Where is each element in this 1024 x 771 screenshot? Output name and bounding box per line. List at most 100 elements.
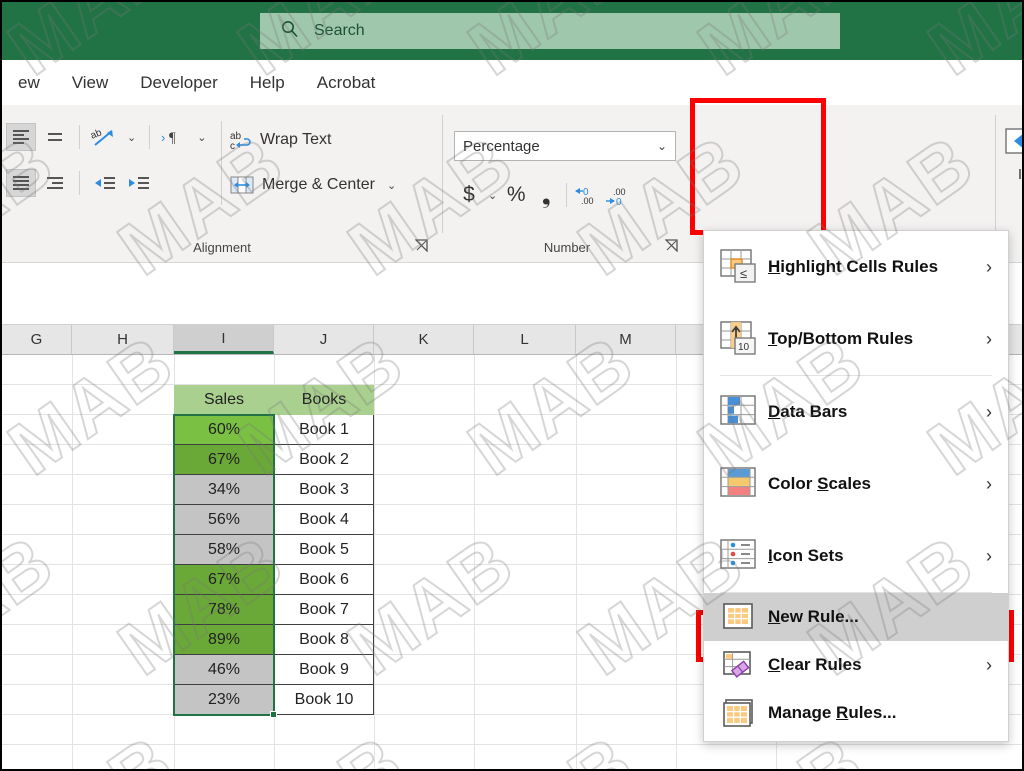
grid-column-line — [72, 355, 73, 769]
comma-style-button[interactable]: ❟ — [531, 181, 561, 209]
chevron-right-icon: › — [986, 473, 992, 494]
number-group-label: Number — [543, 240, 591, 255]
column-header-j[interactable]: J — [274, 325, 374, 354]
svg-text:.00: .00 — [581, 196, 594, 206]
cell-sales-7[interactable]: 78% — [174, 595, 274, 625]
grid-column-line — [676, 355, 677, 769]
tab-help[interactable]: Help — [234, 69, 301, 97]
number-format-chevron-down-icon[interactable]: ⌄ — [657, 139, 667, 153]
accounting-format-button[interactable]: $ — [454, 181, 484, 209]
cell-books-9[interactable]: Book 9 — [274, 655, 374, 685]
new-rule-icon — [718, 602, 760, 632]
menu-item-new-rule[interactable]: New Rule... — [704, 593, 1008, 641]
grid-column-line — [474, 355, 475, 769]
cell-books-7[interactable]: Book 7 — [274, 595, 374, 625]
align-top-button[interactable] — [6, 123, 36, 151]
cell-books-2[interactable]: Book 2 — [274, 445, 374, 475]
ribbon-group-alignment: ab ⌄ › ¶ ⌄ ab c Wrap Text Merge & Center… — [2, 105, 442, 263]
tab-ew[interactable]: ew — [2, 69, 56, 97]
cell-books-10[interactable]: Book 10 — [274, 685, 374, 715]
text-direction-chevron-down-icon[interactable]: ⌄ — [193, 131, 210, 144]
cell-sales-9[interactable]: 46% — [174, 655, 274, 685]
orientation-chevron-down-icon[interactable]: ⌄ — [123, 131, 140, 144]
merge-center-chevron-down-icon[interactable]: ⌄ — [383, 179, 400, 192]
percent-style-button[interactable]: % — [501, 181, 531, 209]
menu-item-clear-rules[interactable]: Clear Rules › — [704, 641, 1008, 689]
wrap-text-button[interactable]: ab c Wrap Text — [230, 129, 331, 151]
cell-sales-5[interactable]: 58% — [174, 535, 274, 565]
menu-item-color-scales[interactable]: Color Scales › — [704, 448, 1008, 520]
cell-sales-6[interactable]: 67% — [174, 565, 274, 595]
tab-developer[interactable]: Developer — [124, 69, 234, 97]
divider — [79, 171, 80, 195]
decrease-indent-button[interactable] — [89, 169, 119, 197]
currency-icon: $ — [463, 183, 475, 206]
ribbon-group-number: Percentage ⌄ $ ⌄ % ❟ 0 .00 .00 0 Number — [442, 105, 692, 263]
column-header-l[interactable]: L — [474, 325, 576, 354]
merge-center-button[interactable]: Merge & Center ⌄ — [230, 175, 400, 195]
cell-books-8[interactable]: Book 8 — [274, 625, 374, 655]
column-header-m[interactable]: M — [576, 325, 676, 354]
alignment-dialog-launcher[interactable] — [414, 239, 428, 255]
cell-books-6[interactable]: Book 6 — [274, 565, 374, 595]
align-middle-button[interactable] — [40, 123, 70, 151]
cell-sales-8[interactable]: 89% — [174, 625, 274, 655]
cell-sales-2[interactable]: 67% — [174, 445, 274, 475]
alignment-group-label: Alignment — [193, 240, 251, 255]
conditional-formatting-menu: ≤ Highlight Cells Rules › 10 Top/Bottom … — [703, 230, 1009, 742]
chevron-right-icon: › — [986, 256, 992, 277]
accounting-chevron-down-icon[interactable]: ⌄ — [484, 189, 501, 202]
cell-sales-4[interactable]: 56% — [174, 505, 274, 535]
fill-handle[interactable] — [270, 711, 277, 718]
number-dialog-launcher[interactable] — [664, 239, 678, 255]
cell-books-4[interactable]: Book 4 — [274, 505, 374, 535]
top-bottom-rules-icon: 10 — [718, 320, 760, 358]
svg-text:0: 0 — [616, 197, 622, 206]
tab-acrobat[interactable]: Acrobat — [301, 69, 392, 97]
column-header-h[interactable]: H — [72, 325, 174, 354]
menu-item-top-bottom-rules[interactable]: 10 Top/Bottom Rules › — [704, 303, 1008, 375]
chevron-right-icon: › — [986, 545, 992, 566]
menu-item-manage-rules[interactable]: Manage Rules... — [704, 689, 1008, 737]
search-input[interactable]: Search — [260, 13, 840, 49]
clear-rules-icon — [718, 650, 760, 680]
insert-label: I — [1017, 167, 1023, 183]
column-header-i[interactable]: I — [174, 325, 274, 354]
menu-item-label: Color Scales — [768, 474, 871, 493]
menu-item-icon-sets[interactable]: Icon Sets › — [704, 520, 1008, 592]
svg-text:≤: ≤ — [740, 266, 747, 281]
cell-books-3[interactable]: Book 3 — [274, 475, 374, 505]
cell-sales-header[interactable]: Sales — [174, 385, 274, 415]
cell-books-header[interactable]: Books — [274, 385, 374, 415]
svg-text:10: 10 — [738, 342, 750, 353]
grid-row — [2, 745, 1022, 769]
menu-item-label: Manage Rules... — [768, 703, 897, 722]
align-right-button[interactable] — [40, 169, 70, 197]
decrease-decimal-button[interactable]: .00 0 — [602, 181, 632, 209]
text-direction-button[interactable]: › ¶ — [159, 123, 189, 151]
cell-books-1[interactable]: Book 1 — [274, 415, 374, 445]
menu-item-highlight-cells-rules[interactable]: ≤ Highlight Cells Rules › — [704, 231, 1008, 303]
menu-item-data-bars[interactable]: Data Bars › — [704, 376, 1008, 448]
increase-indent-button[interactable] — [123, 169, 153, 197]
chevron-right-icon: › — [986, 328, 992, 349]
menu-item-label: Highlight Cells Rules — [768, 257, 939, 276]
insert-button[interactable]: I — [1000, 117, 1023, 184]
cell-sales-3[interactable]: 34% — [174, 475, 274, 505]
data-bars-icon — [718, 394, 760, 430]
align-bottom-button[interactable] — [6, 169, 36, 197]
chevron-right-icon: › — [986, 401, 992, 422]
column-header-k[interactable]: K — [374, 325, 474, 354]
increase-decimal-button[interactable]: 0 .00 — [572, 181, 602, 209]
cell-sales-1[interactable]: 60% — [174, 415, 274, 445]
menu-item-label: Data Bars — [768, 402, 848, 421]
number-format-select[interactable]: Percentage ⌄ — [454, 131, 676, 161]
wrap-text-icon: ab c — [230, 131, 251, 151]
merge-center-icon — [230, 176, 254, 194]
tab-view[interactable]: View — [56, 69, 125, 97]
column-header-g[interactable]: G — [2, 325, 72, 354]
orientation-button[interactable]: ab — [89, 123, 119, 151]
cell-sales-10[interactable]: 23% — [174, 685, 274, 715]
cell-books-5[interactable]: Book 5 — [274, 535, 374, 565]
search-icon — [280, 19, 300, 44]
